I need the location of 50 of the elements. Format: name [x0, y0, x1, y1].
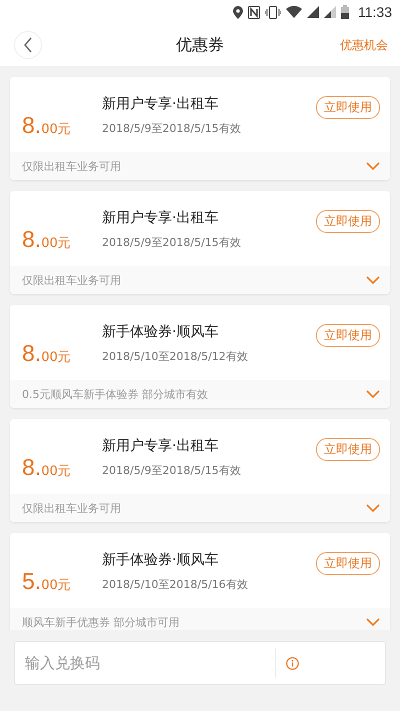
- nfc-icon: [248, 6, 260, 18]
- page-title: 优惠券: [176, 34, 224, 56]
- status-time: 11:33: [358, 4, 392, 20]
- coupon-validity: 2018/5/9至2018/5/15有效: [102, 463, 242, 478]
- coupon-validity: 2018/5/10至2018/5/12有效: [102, 349, 249, 364]
- use-button[interactable]: 立即使用: [316, 96, 380, 119]
- use-button[interactable]: 立即使用: [316, 552, 380, 575]
- coupon-note: 仅限出租车业务可用: [22, 158, 121, 174]
- coupon-validity: 2018/5/9至2018/5/15有效: [102, 121, 242, 136]
- use-button[interactable]: 立即使用: [316, 210, 380, 233]
- chevron-down-icon: [366, 390, 380, 398]
- coupon-title: 新用户专享·出租车: [102, 95, 220, 113]
- coupon-validity: 2018/5/9至2018/5/15有效: [102, 235, 242, 250]
- chevron-down-icon: [366, 618, 380, 626]
- header-link[interactable]: 优惠机会: [340, 36, 388, 54]
- coupon-note: 仅限出租车业务可用: [22, 272, 121, 288]
- chevron-left-icon: [23, 37, 33, 53]
- coupon-title: 新手体验券·顺风车: [102, 551, 220, 569]
- coupon-note-bar[interactable]: 0.5元顺风车新手体验券 部分城市有效: [10, 380, 390, 408]
- coupon-title: 新手体验券·顺风车: [102, 323, 220, 341]
- redeem-code-field[interactable]: 输入兑换码: [15, 642, 275, 684]
- battery-icon: [341, 5, 349, 19]
- coupon-note: 0.5元顺风车新手体验券 部分城市有效: [22, 386, 208, 402]
- wifi-icon: [286, 6, 302, 18]
- vibrate-icon: [265, 6, 281, 18]
- coupon-note-bar[interactable]: 仅限出租车业务可用: [10, 266, 390, 294]
- use-button[interactable]: 立即使用: [316, 324, 380, 347]
- chevron-down-icon: [366, 276, 380, 284]
- coupon-price: 8.00元: [22, 226, 72, 253]
- coupon-price: 8.00元: [22, 340, 72, 367]
- chevron-down-icon: [366, 162, 380, 170]
- chevron-down-icon: [366, 504, 380, 512]
- coupon-note: 仅限出租车业务可用: [22, 500, 121, 516]
- coupon-validity: 2018/5/10至2018/5/16有效: [102, 577, 249, 592]
- coupon-price: 8.00元: [22, 454, 72, 481]
- coupon-title: 新用户专享·出租车: [102, 437, 220, 455]
- location-icon: [233, 6, 243, 18]
- coupon-note-bar[interactable]: 顺风车新手优惠券 部分城市可用: [10, 608, 390, 630]
- back-button[interactable]: [14, 31, 42, 59]
- redeem-input[interactable]: 输入兑换码: [14, 641, 386, 685]
- signal-icon: [307, 6, 319, 18]
- coupon-title: 新用户专享·出租车: [102, 209, 220, 227]
- coupon-note-bar[interactable]: 仅限出租车业务可用: [10, 494, 390, 522]
- coupon-price: 5.00元: [22, 568, 72, 595]
- coupon-note: 顺风车新手优惠券 部分城市可用: [22, 614, 180, 630]
- use-button[interactable]: 立即使用: [316, 438, 380, 461]
- coupon-price: 8.00元: [22, 112, 72, 139]
- coupon-note-bar[interactable]: 仅限出租车业务可用: [10, 152, 390, 180]
- signal-icon: [324, 6, 336, 18]
- info-icon: [286, 656, 299, 670]
